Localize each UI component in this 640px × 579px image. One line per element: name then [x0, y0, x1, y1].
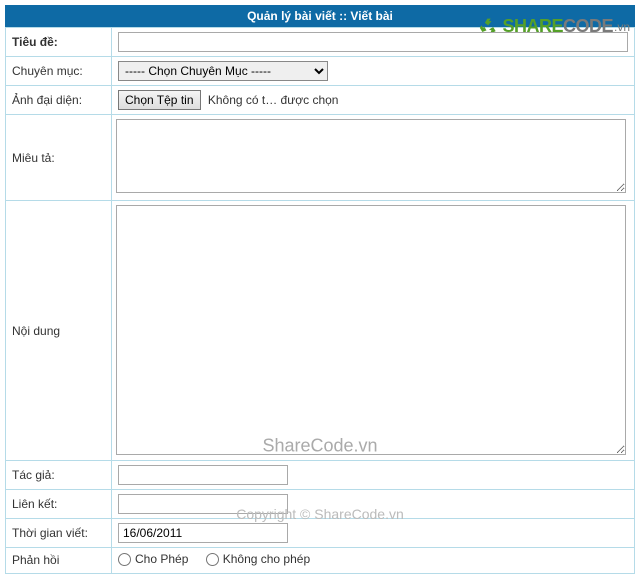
page-header: Quản lý bài viết :: Viết bài: [5, 5, 635, 27]
title-input[interactable]: [118, 32, 628, 52]
label-link: Liên kết:: [6, 490, 112, 519]
feedback-deny-radio[interactable]: [206, 553, 219, 566]
description-textarea[interactable]: [116, 119, 626, 193]
feedback-deny-label: Không cho phép: [223, 552, 310, 566]
form-table: Tiêu đề: Chuyên mục: ----- Chọn Chuyên M…: [5, 27, 635, 574]
label-title: Tiêu đề:: [6, 28, 112, 57]
page-title: Quản lý bài viết :: Viết bài: [247, 9, 393, 23]
link-input[interactable]: [118, 494, 288, 514]
label-time: Thời gian viết:: [6, 519, 112, 548]
category-select[interactable]: ----- Chọn Chuyên Mục -----: [118, 61, 328, 81]
label-description: Miêu tả:: [6, 115, 112, 201]
label-author: Tác giả:: [6, 461, 112, 490]
label-content: Nội dung: [6, 201, 112, 461]
feedback-allow-label: Cho Phép: [135, 552, 188, 566]
feedback-allow-radio[interactable]: [118, 553, 131, 566]
time-input[interactable]: [118, 523, 288, 543]
label-category: Chuyên mục:: [6, 57, 112, 86]
feedback-deny-wrap[interactable]: Không cho phép: [206, 552, 310, 566]
feedback-allow-wrap[interactable]: Cho Phép: [118, 552, 188, 566]
label-avatar: Ảnh đại diện:: [6, 86, 112, 115]
label-feedback: Phản hồi: [6, 548, 112, 574]
author-input[interactable]: [118, 465, 288, 485]
content-textarea[interactable]: [116, 205, 626, 455]
file-status-text: Không có t… được chọn: [208, 93, 339, 107]
choose-file-button[interactable]: Chọn Tệp tin: [118, 90, 201, 110]
